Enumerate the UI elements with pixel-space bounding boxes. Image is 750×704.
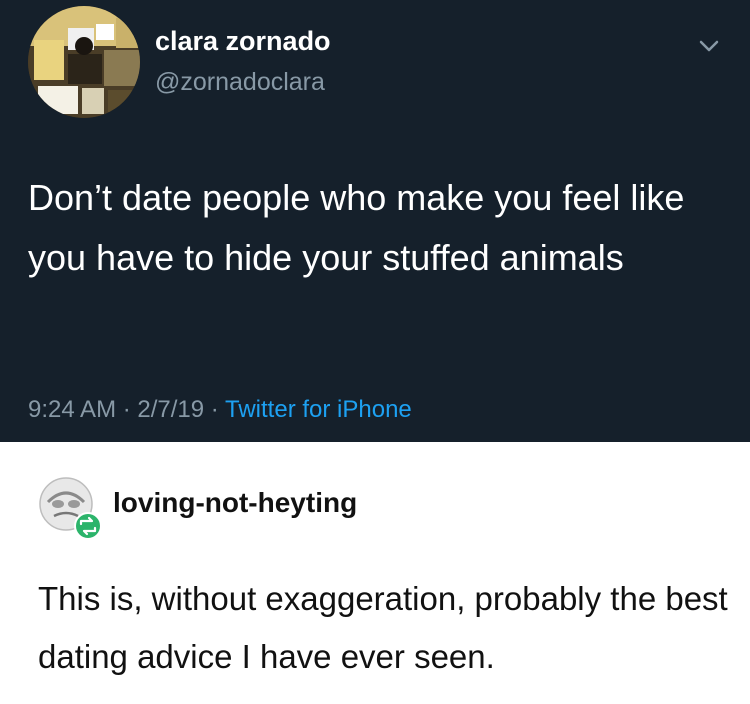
tweet-handle[interactable]: @zornadoclara [155, 68, 325, 97]
tweet-avatar[interactable] [28, 6, 140, 118]
tumblr-username[interactable]: loving-not-heyting [113, 487, 357, 519]
tumblr-post-text: This is, without exaggeration, probably … [38, 580, 728, 675]
avatar-photo-icon [28, 6, 140, 118]
reblog-icon [74, 512, 102, 540]
tumblr-avatar[interactable] [36, 474, 104, 542]
tweet-display-name[interactable]: clara zornado [155, 26, 331, 57]
tweet-source-link[interactable]: Twitter for iPhone [225, 396, 412, 423]
tweet-timestamp[interactable]: 9:24 AM · 2/7/19 · [28, 396, 225, 423]
tweet-card: clara zornado @zornadoclara Don’t date p… [0, 0, 750, 442]
tweet-text: Don’t date people who make you feel like… [28, 177, 685, 278]
screenshot: clara zornado @zornadoclara Don’t date p… [0, 0, 750, 704]
tweet-metadata: 9:24 AM · 2/7/19 · Twitter for iPhone [28, 396, 412, 424]
chevron-down-icon[interactable] [693, 30, 725, 62]
